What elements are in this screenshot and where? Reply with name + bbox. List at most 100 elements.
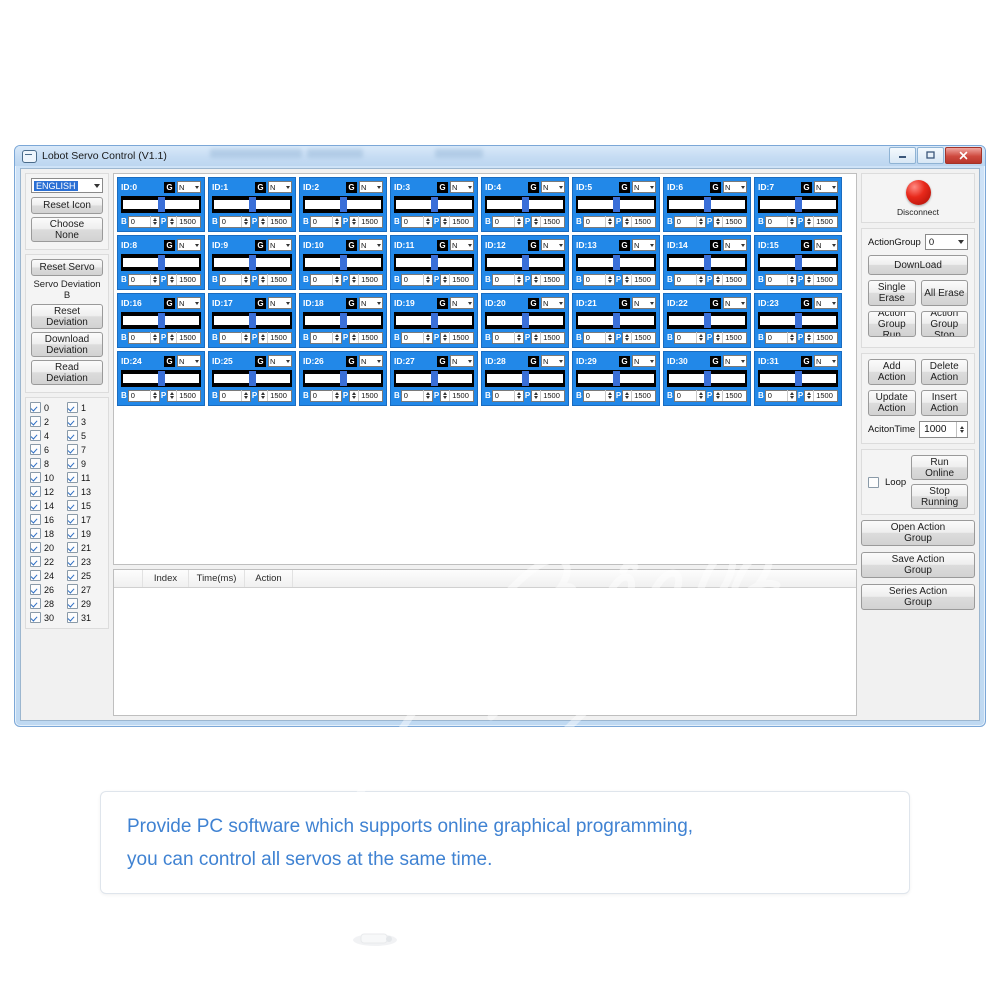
- servo-checkbox-2[interactable]: [30, 416, 41, 427]
- servo-card[interactable]: ID:16 G N B 0 P 1500: [117, 293, 205, 348]
- servo-card[interactable]: ID:10 G N B 0 P 1500: [299, 235, 387, 290]
- servo-position-input[interactable]: 1500: [804, 273, 838, 286]
- servo-g-button[interactable]: G: [801, 355, 812, 367]
- servo-g-button[interactable]: G: [801, 181, 812, 193]
- servo-position-input[interactable]: 1500: [258, 215, 292, 228]
- servo-mode-select[interactable]: N: [723, 181, 747, 193]
- servo-card[interactable]: ID:22 G N B 0 P 1500: [663, 293, 751, 348]
- servo-position-stepper[interactable]: [714, 216, 724, 227]
- action-group-run-button[interactable]: Action Group Run: [868, 311, 916, 337]
- servo-slider-thumb[interactable]: [794, 255, 802, 270]
- servo-position-stepper[interactable]: [350, 274, 360, 285]
- servo-checkbox-item[interactable]: 21: [67, 542, 104, 553]
- servo-mode-select[interactable]: N: [814, 297, 838, 309]
- action-group-stop-button[interactable]: Action Group Stop: [920, 311, 968, 337]
- servo-deviation-stepper[interactable]: [422, 332, 432, 343]
- servo-deviation-stepper[interactable]: [695, 390, 705, 401]
- servo-slider[interactable]: [485, 312, 565, 329]
- servo-deviation-stepper[interactable]: [422, 390, 432, 401]
- servo-mode-select[interactable]: N: [723, 239, 747, 251]
- servo-slider-thumb[interactable]: [703, 255, 711, 270]
- servo-slider[interactable]: [303, 370, 383, 387]
- servo-deviation-stepper[interactable]: [695, 332, 705, 343]
- minimize-button[interactable]: [889, 147, 916, 164]
- servo-slider[interactable]: [212, 312, 292, 329]
- servo-mode-select[interactable]: N: [268, 181, 292, 193]
- servo-deviation-stepper[interactable]: [786, 274, 796, 285]
- servo-deviation-input[interactable]: 0: [582, 331, 615, 344]
- servo-deviation-input[interactable]: 0: [127, 273, 160, 286]
- servo-position-input[interactable]: 1500: [258, 389, 292, 402]
- read-deviation-button[interactable]: Read Deviation: [31, 360, 103, 385]
- servo-deviation-stepper[interactable]: [240, 216, 250, 227]
- servo-g-button[interactable]: G: [437, 355, 448, 367]
- servo-position-stepper[interactable]: [805, 332, 815, 343]
- servo-deviation-stepper[interactable]: [513, 274, 523, 285]
- servo-slider[interactable]: [758, 370, 838, 387]
- servo-checkbox-item[interactable]: 20: [30, 542, 67, 553]
- servo-slider[interactable]: [121, 312, 201, 329]
- servo-card[interactable]: ID:19 G N B 0 P 1500: [390, 293, 478, 348]
- servo-slider-thumb[interactable]: [430, 313, 438, 328]
- servo-deviation-stepper[interactable]: [422, 216, 432, 227]
- servo-deviation-stepper[interactable]: [331, 332, 341, 343]
- servo-slider[interactable]: [394, 312, 474, 329]
- servo-card[interactable]: ID:7 G N B 0 P 1500: [754, 177, 842, 232]
- servo-position-stepper[interactable]: [350, 390, 360, 401]
- delete-action-button[interactable]: Delete Action: [920, 359, 968, 385]
- servo-checkbox-24[interactable]: [30, 570, 41, 581]
- servo-slider[interactable]: [394, 196, 474, 213]
- servo-g-button[interactable]: G: [710, 355, 721, 367]
- servo-position-stepper[interactable]: [259, 274, 269, 285]
- servo-card[interactable]: ID:15 G N B 0 P 1500: [754, 235, 842, 290]
- stop-running-button[interactable]: Stop Running: [911, 484, 968, 509]
- servo-slider[interactable]: [667, 370, 747, 387]
- servo-deviation-stepper[interactable]: [240, 332, 250, 343]
- servo-deviation-input[interactable]: 0: [491, 331, 524, 344]
- servo-deviation-stepper[interactable]: [695, 274, 705, 285]
- reset-icon-button[interactable]: Reset Icon: [31, 197, 103, 214]
- servo-checkbox-item[interactable]: 1: [67, 402, 104, 413]
- servo-position-stepper[interactable]: [714, 390, 724, 401]
- servo-g-button[interactable]: G: [255, 239, 266, 251]
- servo-checkbox-item[interactable]: 30: [30, 612, 67, 623]
- servo-position-stepper[interactable]: [714, 332, 724, 343]
- servo-position-stepper[interactable]: [168, 332, 178, 343]
- servo-g-button[interactable]: G: [619, 297, 630, 309]
- servo-slider-thumb[interactable]: [248, 255, 256, 270]
- servo-slider-thumb[interactable]: [430, 197, 438, 212]
- servo-checkbox-11[interactable]: [67, 472, 78, 483]
- servo-position-input[interactable]: 1500: [531, 389, 565, 402]
- servo-slider[interactable]: [667, 312, 747, 329]
- servo-checkbox-item[interactable]: 26: [30, 584, 67, 595]
- update-action-button[interactable]: Update Action: [868, 390, 916, 416]
- servo-mode-select[interactable]: N: [177, 239, 201, 251]
- servo-checkbox-item[interactable]: 0: [30, 402, 67, 413]
- servo-deviation-input[interactable]: 0: [400, 273, 433, 286]
- servo-slider-thumb[interactable]: [794, 197, 802, 212]
- servo-position-input[interactable]: 1500: [349, 389, 383, 402]
- servo-slider-thumb[interactable]: [248, 371, 256, 386]
- servo-card[interactable]: ID:0 G N B 0 P 1500: [117, 177, 205, 232]
- servo-position-input[interactable]: 1500: [713, 389, 747, 402]
- servo-slider[interactable]: [303, 196, 383, 213]
- servo-slider[interactable]: [758, 312, 838, 329]
- servo-position-input[interactable]: 1500: [349, 215, 383, 228]
- servo-slider-thumb[interactable]: [612, 313, 620, 328]
- servo-checkbox-item[interactable]: 23: [67, 556, 104, 567]
- servo-position-input[interactable]: 1500: [713, 215, 747, 228]
- servo-position-input[interactable]: 1500: [258, 331, 292, 344]
- servo-checkbox-item[interactable]: 2: [30, 416, 67, 427]
- servo-checkbox-17[interactable]: [67, 514, 78, 525]
- servo-position-input[interactable]: 1500: [349, 273, 383, 286]
- servo-card[interactable]: ID:4 G N B 0 P 1500: [481, 177, 569, 232]
- servo-checkbox-5[interactable]: [67, 430, 78, 441]
- servo-position-stepper[interactable]: [168, 390, 178, 401]
- servo-checkbox-item[interactable]: 27: [67, 584, 104, 595]
- servo-deviation-input[interactable]: 0: [309, 389, 342, 402]
- servo-deviation-input[interactable]: 0: [764, 273, 797, 286]
- servo-checkbox-item[interactable]: 4: [30, 430, 67, 441]
- servo-mode-select[interactable]: N: [632, 239, 656, 251]
- servo-g-button[interactable]: G: [346, 355, 357, 367]
- servo-deviation-input[interactable]: 0: [764, 215, 797, 228]
